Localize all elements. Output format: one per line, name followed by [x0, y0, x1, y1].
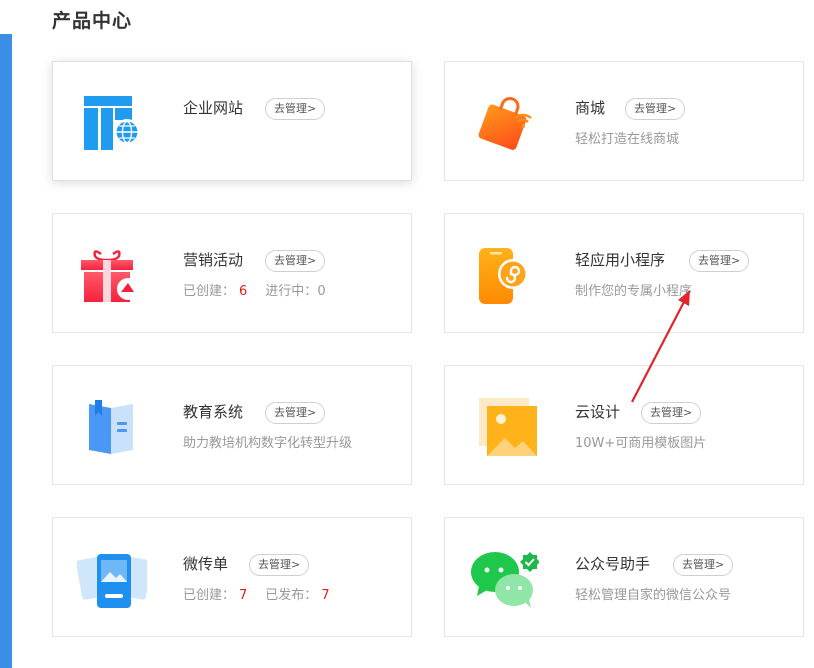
- product-card-marketing[interactable]: 营销活动 去管理> 已创建： 6 进行中：0: [52, 213, 412, 333]
- mini-program-phone-icon: [469, 244, 539, 306]
- manage-button[interactable]: 去管理>: [249, 554, 310, 576]
- manage-button[interactable]: 去管理>: [265, 402, 326, 424]
- product-card-flyer[interactable]: 微传单 去管理> 已创建： 7 已发布： 7: [52, 517, 412, 637]
- stat-created-count: 7: [239, 588, 248, 603]
- stat-published-count: 7: [321, 588, 330, 603]
- stat-ongoing-label: 进行中：: [265, 284, 318, 299]
- flyer-phone-icon: [77, 548, 147, 610]
- product-description: 制作您的专属小程序: [575, 284, 693, 299]
- product-name: 商城: [575, 99, 606, 117]
- page-title: 产品中心: [52, 10, 133, 32]
- stat-created-label: 已创建：: [183, 588, 236, 603]
- product-card-cloud-design[interactable]: 云设计 去管理> 10W+可商用模板图片: [444, 365, 804, 485]
- manage-button[interactable]: 去管理>: [265, 98, 326, 120]
- product-description: 轻松打造在线商城: [575, 132, 680, 147]
- product-stats: 已创建： 6 进行中：0: [183, 283, 326, 301]
- product-name: 企业网站: [183, 99, 244, 117]
- product-card-education[interactable]: 教育系统 去管理> 助力教培机构数字化转型升级: [52, 365, 412, 485]
- product-name: 云设计: [575, 403, 621, 421]
- image-picture-icon: [469, 396, 539, 458]
- left-sidebar-strip: [0, 34, 12, 668]
- product-name: 营销活动: [183, 251, 244, 269]
- manage-button[interactable]: 去管理>: [673, 554, 734, 576]
- product-stats: 已创建： 7 已发布： 7: [183, 587, 330, 605]
- product-card-website[interactable]: 企业网站 去管理>: [52, 61, 412, 181]
- stat-ongoing-count: 0: [317, 284, 326, 299]
- stat-published-label: 已发布：: [265, 588, 318, 603]
- wechat-icon: [469, 548, 539, 610]
- open-book-icon: [77, 396, 147, 458]
- manage-button[interactable]: 去管理>: [625, 98, 686, 120]
- gift-box-icon: [77, 244, 147, 306]
- product-description: 轻松管理自家的微信公众号: [575, 588, 732, 603]
- product-card-mall[interactable]: 商城 去管理> 轻松打造在线商城: [444, 61, 804, 181]
- product-card-mini-program[interactable]: 轻应用小程序 去管理> 制作您的专属小程序: [444, 213, 804, 333]
- product-description: 助力教培机构数字化转型升级: [183, 436, 353, 451]
- manage-button[interactable]: 去管理>: [641, 402, 702, 424]
- product-name: 教育系统: [183, 403, 244, 421]
- manage-button[interactable]: 去管理>: [689, 250, 750, 272]
- product-name: 公众号助手: [575, 555, 651, 573]
- stat-created-count: 6: [239, 284, 248, 299]
- product-name: 微传单: [183, 555, 229, 573]
- website-icon: [77, 92, 147, 154]
- manage-button[interactable]: 去管理>: [265, 250, 326, 272]
- product-card-wechat-assistant[interactable]: 公众号助手 去管理> 轻松管理自家的微信公众号: [444, 517, 804, 637]
- stat-created-label: 已创建：: [183, 284, 236, 299]
- product-name: 轻应用小程序: [575, 251, 666, 269]
- product-description: 10W+可商用模板图片: [575, 436, 707, 451]
- shopping-bag-icon: [469, 92, 539, 154]
